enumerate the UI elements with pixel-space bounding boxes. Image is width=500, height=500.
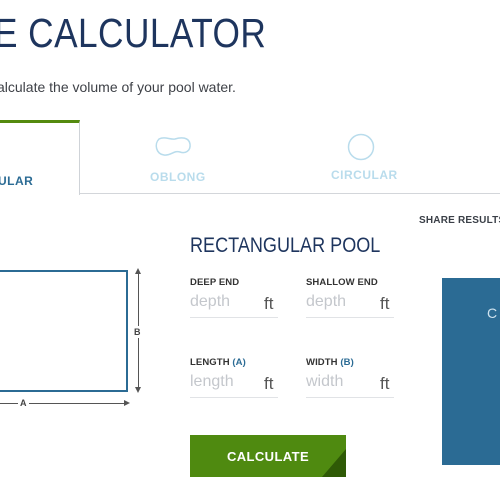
page-title: E CALCULATOR: [0, 10, 267, 56]
tab-circular-label: CIRCULAR: [331, 168, 398, 182]
width-dimension-tag: (B): [340, 357, 354, 368]
shallow-end-input[interactable]: [306, 290, 366, 314]
form-title: RECTANGULAR POOL: [190, 234, 381, 257]
deep-end-label: DEEP END: [190, 277, 240, 288]
width-input[interactable]: [306, 370, 366, 394]
deep-end-underline: [190, 317, 278, 318]
shallow-end-unit: ft: [380, 294, 390, 313]
oblong-pool-icon: [155, 137, 191, 156]
deep-end-input[interactable]: [190, 290, 250, 314]
arrow-down-icon: [135, 387, 141, 393]
tab-rectangular-label: ULAR: [0, 174, 34, 188]
tab-oblong[interactable]: OBLONG: [140, 130, 212, 190]
page-subtitle: alculate the volume of your pool water.: [0, 79, 236, 95]
dimension-a-label: A: [18, 398, 29, 408]
calculate-button-label: CALCULATE: [226, 448, 310, 464]
deep-end-unit: ft: [264, 294, 274, 313]
width-unit: ft: [380, 374, 390, 393]
tab-circular[interactable]: CIRCULAR: [325, 130, 405, 190]
calculate-button[interactable]: CALCULATE: [190, 435, 346, 477]
dimension-b-label: B: [134, 326, 141, 338]
shallow-end-underline: [306, 317, 394, 318]
arrow-up-icon: [135, 268, 141, 274]
shallow-end-label: SHALLOW END: [306, 277, 378, 288]
tab-rectangular[interactable]: ULAR: [0, 120, 80, 195]
length-underline: [190, 397, 278, 398]
button-corner-accent: [322, 449, 346, 477]
share-results-link[interactable]: SHARE RESULTS: [419, 215, 500, 226]
circular-pool-icon: [347, 133, 375, 161]
width-underline: [306, 397, 394, 398]
length-input[interactable]: [190, 370, 250, 394]
tab-oblong-label: OBLONG: [150, 170, 206, 184]
arrow-right-icon: [124, 400, 130, 406]
pool-diagram: [0, 270, 128, 392]
length-unit: ft: [264, 374, 274, 393]
results-panel-text: C: [487, 305, 498, 321]
length-dimension-tag: (A): [232, 357, 246, 368]
results-panel: C: [442, 278, 500, 465]
width-label: WIDTH: [306, 357, 338, 368]
length-label: LENGTH: [190, 357, 230, 368]
